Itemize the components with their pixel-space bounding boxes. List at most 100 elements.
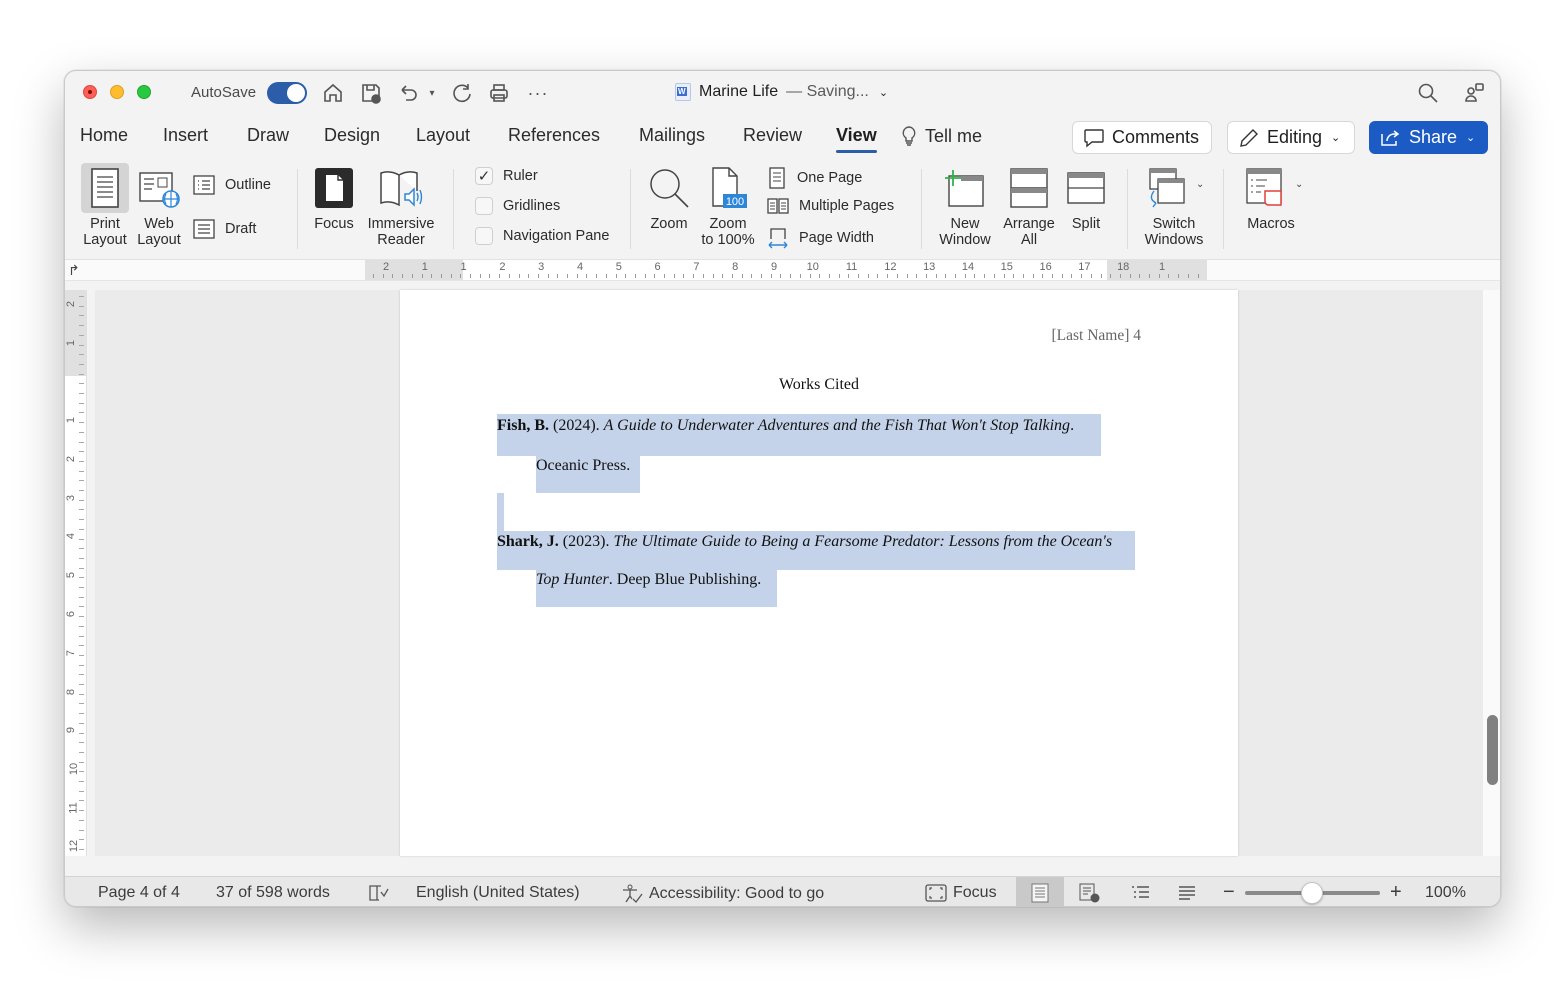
zoom-in-button[interactable]: + xyxy=(1390,881,1402,904)
save-icon[interactable] xyxy=(358,80,384,106)
ruler-tick xyxy=(79,587,84,588)
share-button[interactable]: Share ⌄ xyxy=(1369,121,1488,154)
tell-me-search[interactable]: Tell me xyxy=(901,125,982,147)
tab-references[interactable]: References xyxy=(508,125,600,146)
ruler-tick xyxy=(790,274,792,278)
outline-button[interactable]: Outline xyxy=(193,175,271,195)
document-name: Marine Life xyxy=(699,83,779,100)
split-icon xyxy=(1066,163,1106,213)
maximize-window-button[interactable] xyxy=(137,85,151,99)
ruler-number: 2 xyxy=(65,300,78,308)
tab-layout[interactable]: Layout xyxy=(416,125,470,146)
citation-entry-shark-line-1[interactable]: Shark, J. (2023). The Ultimate Guide to … xyxy=(497,533,1112,551)
works-cited-heading[interactable]: Works Cited xyxy=(400,376,1238,394)
gridlines-checkbox-box[interactable] xyxy=(475,197,493,215)
zoom-slider-thumb[interactable] xyxy=(1301,882,1323,904)
focus-button[interactable]: Focus xyxy=(311,163,357,232)
ruler-tick xyxy=(1139,274,1141,278)
arrange-all-button[interactable]: Arrange All xyxy=(999,163,1059,248)
ruler-tick xyxy=(1090,274,1092,278)
draft-view-button[interactable] xyxy=(1163,877,1211,906)
ruler-tick xyxy=(79,684,84,685)
proofing-icon[interactable] xyxy=(368,884,390,902)
one-page-button[interactable]: One Page xyxy=(767,167,862,189)
zoom-button[interactable]: Zoom xyxy=(645,163,693,232)
citation-entry-fish-line-2[interactable]: Oceanic Press. xyxy=(536,457,630,475)
print-icon[interactable] xyxy=(486,80,512,106)
page-width-button[interactable]: Page Width xyxy=(767,227,874,249)
tab-review[interactable]: Review xyxy=(743,125,802,146)
new-window-button[interactable]: New Window xyxy=(935,163,995,248)
ruler-tick xyxy=(79,296,84,297)
citation-entry-fish-line-1[interactable]: Fish, B. (2024). A Guide to Underwater A… xyxy=(497,417,1074,435)
language-status[interactable]: English (United States) xyxy=(416,884,580,902)
ruler-tick xyxy=(79,305,84,307)
horizontal-ruler[interactable]: 2 1 1 2 3 4 5 6 7 8 9 10 11 12 13 14 15 16 17 18 1 xyxy=(365,260,1207,280)
gridlines-checkbox[interactable]: Gridlines xyxy=(475,197,560,215)
web-layout-view-button[interactable] xyxy=(1066,877,1114,906)
share-label: Share xyxy=(1409,127,1458,147)
tab-view[interactable]: View xyxy=(836,125,877,153)
ruler-tick xyxy=(79,412,84,414)
print-layout-view-button[interactable] xyxy=(1016,877,1064,906)
ruler-tick xyxy=(79,732,84,734)
switch-windows-button[interactable]: ⌄ Switch Windows xyxy=(1139,163,1209,248)
editing-mode-button[interactable]: Editing ⌄ xyxy=(1227,121,1355,154)
ruler-tick xyxy=(79,819,84,821)
ruler-tick xyxy=(673,274,675,278)
citation-entry-shark-line-2[interactable]: Top Hunter. Deep Blue Publishing. xyxy=(536,571,761,589)
tab-insert[interactable]: Insert xyxy=(163,125,208,146)
comments-button[interactable]: Comments xyxy=(1072,121,1212,154)
focus-mode-button[interactable]: Focus xyxy=(925,884,997,902)
ruler-check-icon[interactable]: ✓ xyxy=(475,167,493,185)
multiple-pages-button[interactable]: Multiple Pages xyxy=(767,197,894,215)
undo-dropdown-icon[interactable]: ▾ xyxy=(425,80,439,106)
split-button[interactable]: Split xyxy=(1063,163,1109,232)
citation-year: (2023). xyxy=(558,533,614,550)
page-count[interactable]: Page 4 of 4 xyxy=(98,884,180,902)
navigation-pane-checkbox-box[interactable] xyxy=(475,227,493,245)
macros-button[interactable]: ⌄ Macros xyxy=(1237,163,1305,232)
tab-home[interactable]: Home xyxy=(80,125,128,146)
ruler-tick xyxy=(79,790,84,792)
autosave-toggle[interactable] xyxy=(267,82,307,104)
tab-mailings[interactable]: Mailings xyxy=(639,125,705,146)
document-page[interactable]: [Last Name] 4 Works Cited Fish, B. (2024… xyxy=(400,290,1238,856)
immersive-reader-button[interactable]: Immersive Reader xyxy=(363,163,439,248)
ruler-tick xyxy=(770,274,772,278)
accessibility-label: Accessibility: Good to go xyxy=(649,885,825,902)
ruler-tick xyxy=(79,693,84,695)
page-header[interactable]: [Last Name] 4 xyxy=(1051,327,1141,345)
print-layout-button[interactable]: Print Layout xyxy=(79,163,131,248)
draft-button[interactable]: Draft xyxy=(193,219,256,239)
close-window-button[interactable] xyxy=(83,85,97,99)
tab-draw[interactable]: Draw xyxy=(247,125,289,146)
zoom-100-button[interactable]: 100 Zoom to 100% xyxy=(697,163,759,248)
home-icon[interactable] xyxy=(320,80,346,106)
navigation-pane-checkbox[interactable]: Navigation Pane xyxy=(475,227,609,245)
web-layout-button[interactable]: Web Layout xyxy=(135,163,183,248)
zoom-out-button[interactable]: − xyxy=(1223,881,1235,904)
ruler-tick xyxy=(79,577,84,579)
share-people-icon[interactable] xyxy=(1461,80,1487,106)
ruler-tick xyxy=(1013,274,1015,278)
vertical-scrollbar-thumb[interactable] xyxy=(1487,715,1498,785)
redo-icon[interactable] xyxy=(449,80,475,106)
word-count[interactable]: 37 of 598 words xyxy=(216,884,330,902)
undo-icon[interactable] xyxy=(395,80,421,106)
ruler-tick xyxy=(935,274,937,278)
ruler-checkbox[interactable]: ✓ Ruler xyxy=(475,167,538,185)
ruler-tick xyxy=(79,499,84,501)
minimize-window-button[interactable] xyxy=(110,85,124,99)
arrange-all-label-1: Arrange xyxy=(1003,216,1055,232)
ruler-tick xyxy=(431,274,433,278)
outline-view-button[interactable] xyxy=(1116,877,1164,906)
document-title[interactable]: Marine Life — Saving... ⌄ xyxy=(675,83,888,101)
zoom-level[interactable]: 100% xyxy=(1425,884,1466,902)
tab-stop-selector-icon[interactable]: ↱ xyxy=(68,262,80,279)
search-icon[interactable] xyxy=(1415,80,1441,106)
accessibility-status[interactable]: Accessibility: Good to go xyxy=(621,884,824,904)
more-icon[interactable]: ··· xyxy=(525,80,551,106)
vertical-ruler[interactable]: 2 1 1 2 3 4 5 6 7 8 9 10 11 12 xyxy=(65,290,87,856)
tab-design[interactable]: Design xyxy=(324,125,380,146)
